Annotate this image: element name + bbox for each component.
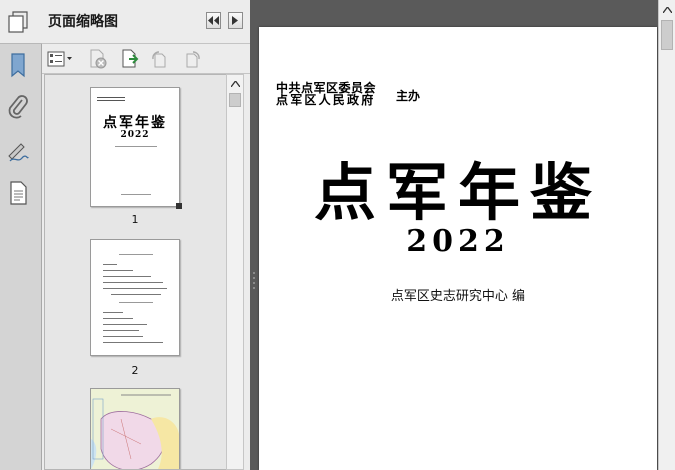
thumb-line — [119, 254, 153, 255]
insert-pages-button[interactable] — [119, 49, 141, 69]
map-image — [91, 389, 179, 469]
rail-top — [0, 0, 42, 44]
panel-toolbar — [42, 44, 250, 74]
map-thumbnail — [91, 389, 179, 469]
document-properties-icon[interactable] — [5, 180, 31, 206]
thumb-line — [103, 330, 139, 331]
right-arrow-icon — [232, 16, 238, 25]
thumb-line — [119, 302, 153, 303]
scroll-up-arrow-icon[interactable] — [227, 76, 243, 92]
insert-page-icon — [122, 49, 139, 68]
thumb-line — [103, 264, 117, 265]
splitter-grip — [253, 282, 255, 284]
thumb-line — [121, 194, 151, 195]
splitter-grip — [253, 277, 255, 279]
panel-header: 页面缩略图 — [42, 0, 250, 44]
organizer-line-2: 点军区人民政府 — [276, 93, 376, 107]
thumb-line — [115, 146, 157, 147]
thumbnail-1-year: 2022 — [120, 130, 150, 140]
thumb-line — [103, 312, 123, 313]
thumbnail-scroll-thumb[interactable] — [229, 93, 241, 107]
thumbnails-panel: 页面缩略图 点军年鉴 2022 1 2 — [42, 0, 250, 470]
panel-splitter[interactable] — [250, 0, 258, 470]
thumb-line — [103, 270, 133, 271]
document-year: 2022 — [406, 224, 510, 259]
splitter-grip — [253, 272, 255, 274]
delete-page-icon — [90, 49, 107, 69]
thumb-line — [103, 318, 133, 319]
document-scroll-thumb[interactable] — [661, 20, 673, 50]
page-thumbnails-icon[interactable] — [5, 9, 31, 35]
thumbnail-list[interactable]: 点军年鉴 2022 1 2 — [44, 74, 226, 470]
double-left-arrow-icon — [208, 16, 219, 25]
rotate-right-button[interactable] — [181, 49, 203, 69]
rotate-left-button[interactable] — [149, 49, 171, 69]
thumb-line — [103, 288, 167, 289]
panel-next-button[interactable] — [228, 12, 243, 29]
splitter-grip — [253, 287, 255, 289]
thumbnail-page-2[interactable] — [90, 239, 180, 356]
thumbnail-1-title: 点军年鉴 — [103, 115, 167, 131]
rotate-right-icon — [186, 51, 200, 68]
options-list-icon — [47, 51, 72, 67]
delete-pages-button[interactable] — [87, 49, 109, 69]
document-title: 点军年鉴 — [313, 156, 602, 229]
attachments-icon[interactable] — [5, 94, 31, 120]
thumb-line — [103, 282, 163, 283]
navigation-rail — [0, 0, 42, 470]
bookmarks-icon[interactable] — [5, 52, 31, 78]
thumb-line — [103, 324, 147, 325]
document-scroll-up-icon[interactable] — [659, 2, 675, 18]
thumbnail-1-number: 1 — [131, 213, 139, 226]
thumbnail-page-3[interactable] — [90, 388, 180, 469]
panel-title: 页面缩略图 — [48, 14, 118, 30]
signatures-icon[interactable] — [5, 138, 31, 164]
rotate-left-icon — [152, 51, 166, 68]
thumbnail-scrollbar[interactable] — [226, 74, 244, 470]
thumb-line — [103, 342, 163, 343]
thumb-line — [111, 294, 161, 295]
thumb-line — [97, 100, 125, 101]
host-label: 主办 — [396, 89, 421, 103]
options-menu-button[interactable] — [46, 49, 74, 69]
thumbnail-page-1[interactable]: 点军年鉴 2022 — [90, 87, 182, 209]
thumb-line — [103, 336, 143, 337]
collapse-panel-button[interactable] — [206, 12, 221, 29]
document-editor: 点军区史志研究中心 编 — [390, 289, 526, 304]
thumbnail-2-number: 2 — [131, 364, 139, 377]
thumb-line — [103, 276, 151, 277]
thumbnail-resize-handle[interactable] — [176, 203, 182, 209]
thumb-line — [97, 97, 125, 98]
document-scrollbar[interactable] — [658, 0, 675, 470]
document-page: 中共点军区委员会 点军区人民政府 主办 点军年鉴 2022 点军区史志研究中心 … — [259, 27, 657, 470]
